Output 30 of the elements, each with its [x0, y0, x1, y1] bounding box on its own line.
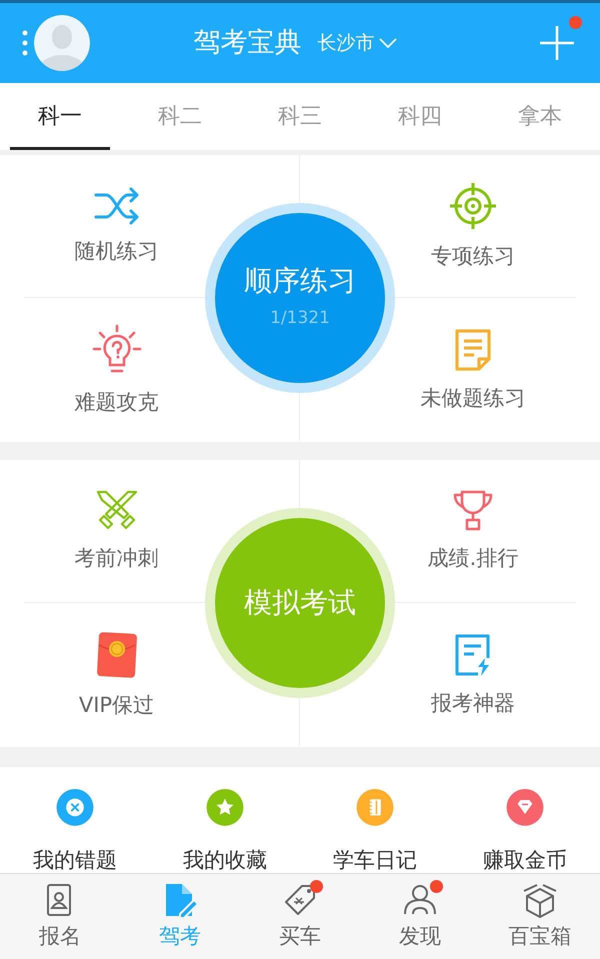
- feature-label[interactable]: 难题攻克: [74, 390, 158, 416]
- feature-label[interactable]: 未做题练习: [420, 386, 526, 412]
- subject-tab[interactable]: 科一: [0, 83, 120, 150]
- feature-label[interactable]: 专项练习: [431, 244, 515, 270]
- chevron-down-icon: [378, 38, 396, 48]
- shortcut-label[interactable]: 我的收藏: [183, 848, 267, 873]
- shuffle-icon: [94, 187, 140, 226]
- shortcut-label[interactable]: 赚取金币: [483, 848, 567, 873]
- box-icon: [522, 882, 558, 920]
- app-title: 驾考宝典: [194, 26, 302, 60]
- avatar[interactable]: [34, 15, 90, 71]
- feature-label[interactable]: 考前冲刺: [74, 546, 158, 572]
- shortcut-label[interactable]: 学车日记: [333, 848, 417, 873]
- nav-tab[interactable]: 百宝箱: [480, 874, 600, 959]
- document-lightning-icon: [454, 632, 492, 677]
- envelope-icon: [96, 630, 138, 679]
- nav-tab[interactable]: 发现: [360, 874, 480, 959]
- practice-circle-button[interactable]: 顺序练习 1/1321: [205, 203, 395, 393]
- nav-tab[interactable]: 买车: [240, 874, 360, 959]
- trophy-icon: [453, 490, 493, 532]
- nav-tab[interactable]: 报名: [0, 874, 120, 959]
- document-icon: [454, 328, 492, 372]
- more-icon[interactable]: [22, 30, 28, 56]
- feature-label[interactable]: 成绩.排行: [428, 546, 518, 572]
- feature-label[interactable]: VIP保过: [78, 692, 154, 718]
- shortcut-label[interactable]: 我的错题: [33, 848, 117, 873]
- plus-icon[interactable]: [540, 26, 574, 60]
- target-icon: [449, 182, 497, 230]
- feature-label[interactable]: 随机练习: [74, 239, 158, 265]
- feature-label[interactable]: 报考神器: [431, 690, 515, 716]
